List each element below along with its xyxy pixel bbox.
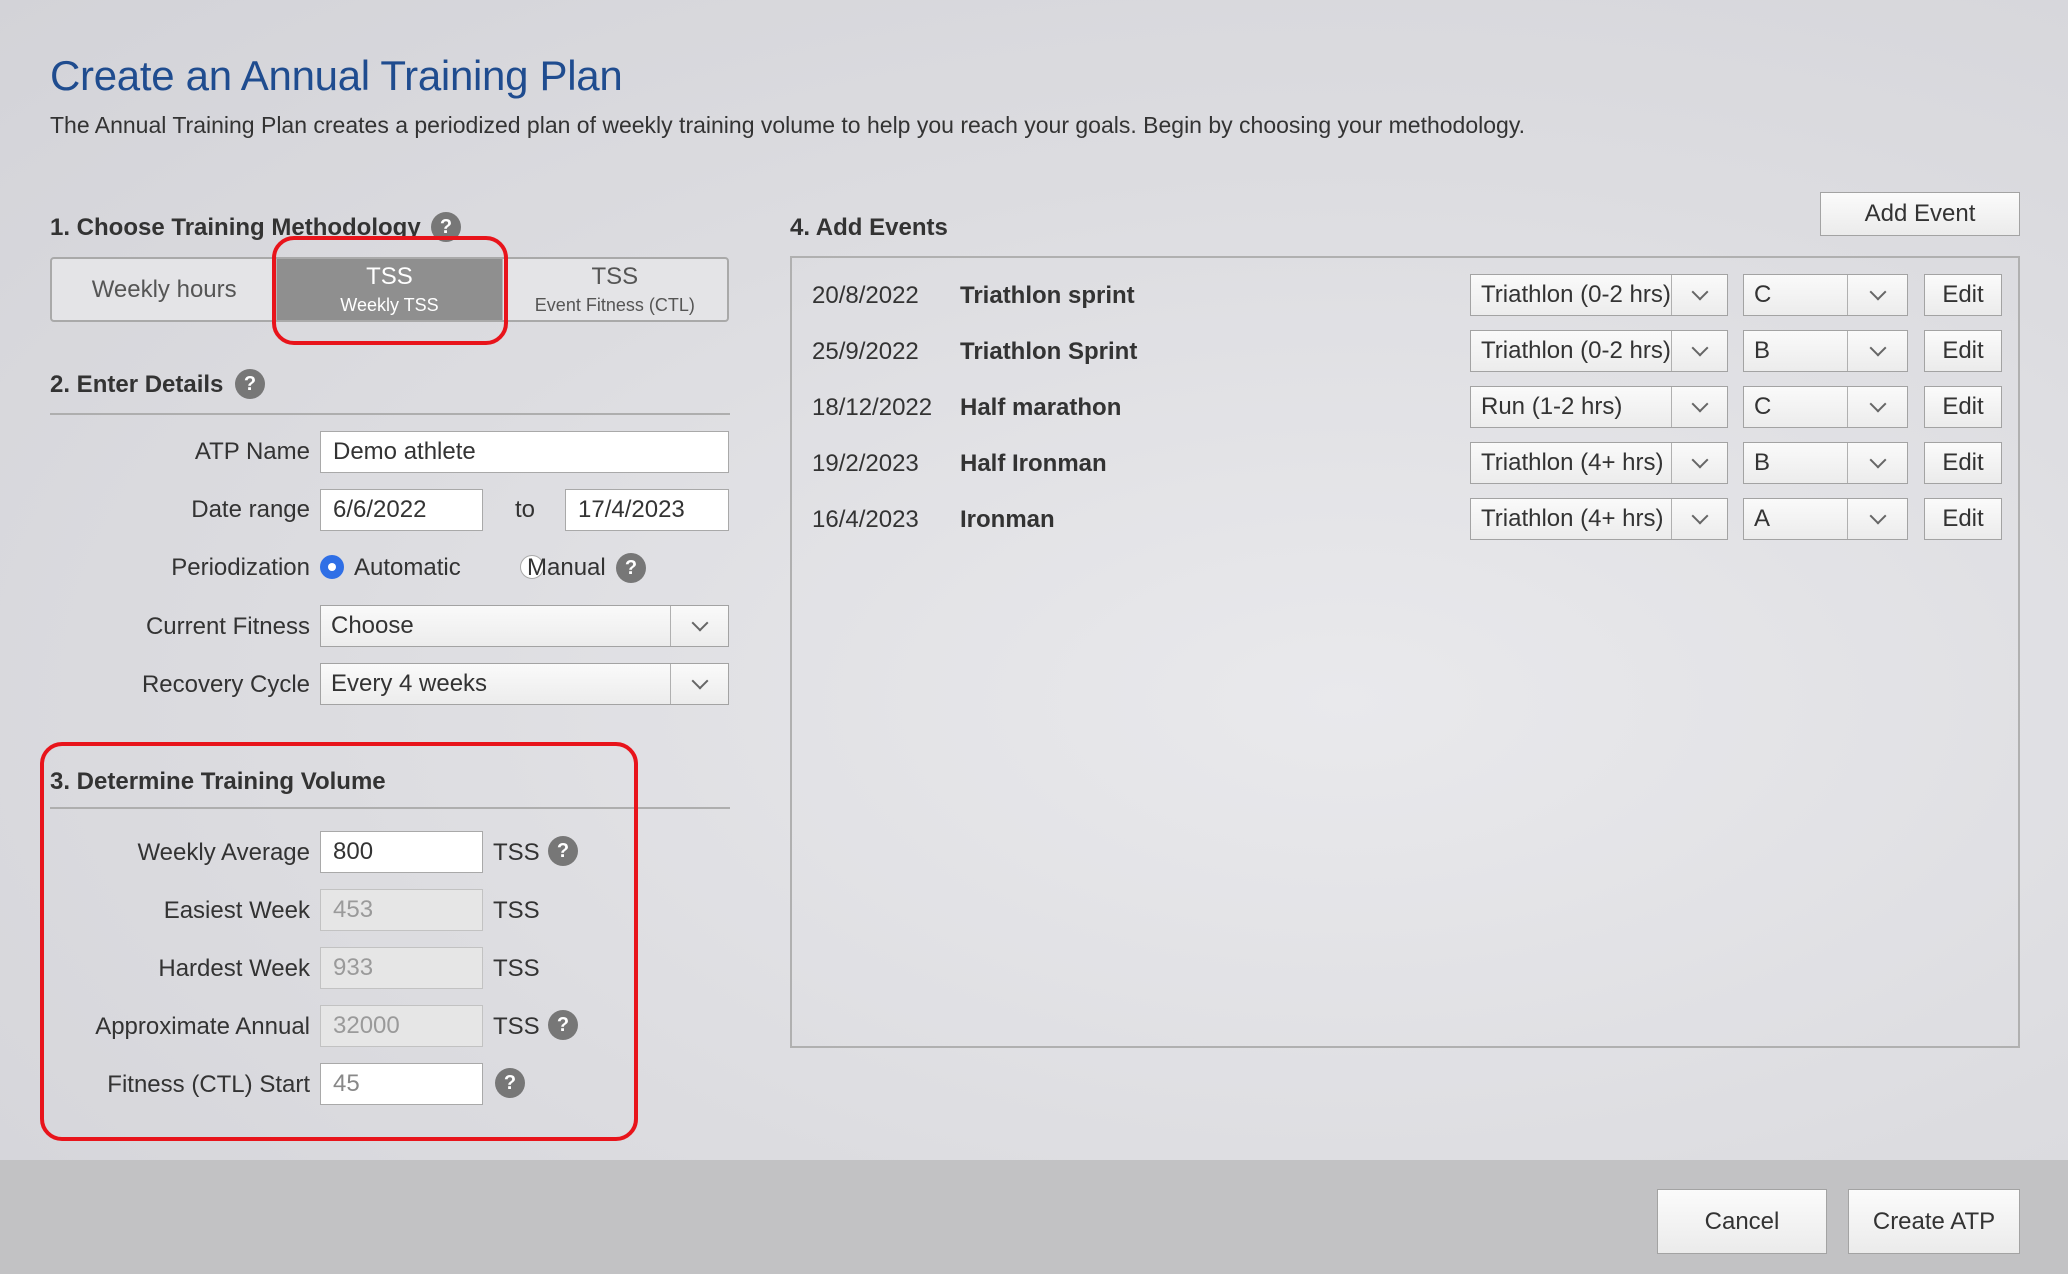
- periodization-automatic-label: Automatic: [354, 554, 461, 581]
- event-row: 16/4/2023 Ironman Triathlon (4+ hrs) A E…: [812, 498, 2012, 542]
- select-value: C: [1754, 393, 1772, 420]
- select-value: Triathlon (0-2 hrs): [1481, 281, 1671, 308]
- select-value: Triathlon (0-2 hrs): [1481, 337, 1671, 364]
- option-label: TSS: [591, 263, 639, 290]
- periodization-help-icon[interactable]: ?: [616, 553, 646, 583]
- details-heading: 2. Enter Details: [50, 371, 224, 398]
- event-priority-select[interactable]: C: [1743, 274, 1908, 316]
- event-type-select[interactable]: Triathlon (4+ hrs): [1470, 442, 1728, 484]
- date-to-label: to: [514, 496, 535, 523]
- annotation-highlight-volume: [40, 742, 638, 1141]
- event-name[interactable]: Half Ironman: [960, 450, 1107, 478]
- chevron-down-icon: [1671, 499, 1727, 539]
- event-date: 25/9/2022: [812, 338, 919, 365]
- recovery-cycle-select[interactable]: Every 4 weeks: [320, 663, 729, 705]
- select-value: Choose: [331, 612, 414, 639]
- chevron-down-icon: [1847, 499, 1907, 539]
- event-row: 20/8/2022 Triathlon sprint Triathlon (0-…: [812, 274, 2012, 318]
- event-edit-button[interactable]: Edit: [1924, 386, 2002, 428]
- event-priority-select[interactable]: B: [1743, 442, 1908, 484]
- select-value: Run (1-2 hrs): [1481, 393, 1623, 420]
- chevron-down-icon: [1847, 443, 1907, 483]
- methodology-option-weekly-hours[interactable]: Weekly hours: [52, 259, 276, 320]
- chevron-down-icon: [1847, 275, 1907, 315]
- chevron-down-icon: [670, 606, 728, 646]
- select-value: Triathlon (4+ hrs): [1481, 505, 1664, 532]
- select-value: C: [1754, 281, 1772, 308]
- chevron-down-icon: [670, 664, 728, 704]
- details-divider: [50, 413, 730, 415]
- event-edit-button[interactable]: Edit: [1924, 442, 2002, 484]
- events-list: [790, 256, 2020, 1048]
- event-date: 18/12/2022: [812, 394, 933, 421]
- periodization-manual-label: Manual: [527, 554, 606, 581]
- event-date: 16/4/2023: [812, 506, 919, 533]
- option-label: Weekly hours: [91, 275, 237, 303]
- option-sublabel: Event Fitness (CTL): [534, 295, 695, 315]
- chevron-down-icon: [1847, 331, 1907, 371]
- event-date: 20/8/2022: [812, 282, 919, 309]
- details-help-icon[interactable]: ?: [235, 369, 265, 399]
- chevron-down-icon: [1671, 387, 1727, 427]
- annotation-highlight-tss: [272, 236, 508, 345]
- select-value: B: [1754, 337, 1771, 364]
- date-range-label: Date range: [191, 496, 310, 523]
- event-type-select[interactable]: Run (1-2 hrs): [1470, 386, 1728, 428]
- event-name[interactable]: Ironman: [960, 506, 1055, 534]
- select-value: A: [1754, 505, 1771, 532]
- event-name[interactable]: Half marathon: [960, 394, 1121, 422]
- date-end-input[interactable]: 17/4/2023: [565, 489, 729, 531]
- event-priority-select[interactable]: C: [1743, 386, 1908, 428]
- event-row: 18/12/2022 Half marathon Run (1-2 hrs) C…: [812, 386, 2012, 430]
- event-edit-button[interactable]: Edit: [1924, 498, 2002, 540]
- add-event-button[interactable]: Add Event: [1820, 192, 2020, 236]
- event-edit-button[interactable]: Edit: [1924, 330, 2002, 372]
- event-priority-select[interactable]: A: [1743, 498, 1908, 540]
- chevron-down-icon: [1671, 331, 1727, 371]
- atp-name-input[interactable]: Demo athlete: [320, 431, 729, 473]
- current-fitness-select[interactable]: Choose: [320, 605, 729, 647]
- event-type-select[interactable]: Triathlon (0-2 hrs): [1470, 274, 1728, 316]
- recovery-cycle-label: Recovery Cycle: [141, 671, 310, 698]
- event-type-select[interactable]: Triathlon (4+ hrs): [1470, 498, 1728, 540]
- event-edit-button[interactable]: Edit: [1924, 274, 2002, 316]
- event-row: 19/2/2023 Half Ironman Triathlon (4+ hrs…: [812, 442, 2012, 486]
- event-type-select[interactable]: Triathlon (0-2 hrs): [1470, 330, 1728, 372]
- event-date: 19/2/2023: [812, 450, 919, 477]
- create-atp-button[interactable]: Create ATP: [1848, 1189, 2020, 1254]
- periodization-automatic-radio[interactable]: [320, 555, 344, 579]
- date-start-input[interactable]: 6/6/2022: [320, 489, 483, 531]
- methodology-option-event-fitness[interactable]: TSS Event Fitness (CTL): [501, 259, 727, 320]
- cancel-button[interactable]: Cancel: [1657, 1189, 1827, 1254]
- page-title: Create an Annual Training Plan: [50, 52, 623, 99]
- periodization-label: Periodization: [171, 554, 310, 581]
- select-value: Every 4 weeks: [331, 670, 488, 697]
- select-value: B: [1754, 449, 1771, 476]
- event-name[interactable]: Triathlon sprint: [960, 282, 1135, 310]
- chevron-down-icon: [1671, 275, 1727, 315]
- chevron-down-icon: [1671, 443, 1727, 483]
- select-value: Triathlon (4+ hrs): [1481, 449, 1664, 476]
- chevron-down-icon: [1847, 387, 1907, 427]
- event-name[interactable]: Triathlon Sprint: [960, 338, 1137, 366]
- atp-name-label: ATP Name: [194, 438, 310, 465]
- event-priority-select[interactable]: B: [1743, 330, 1908, 372]
- events-heading: 4. Add Events: [790, 214, 948, 241]
- current-fitness-label: Current Fitness: [145, 613, 310, 640]
- page-subtitle: The Annual Training Plan creates a perio…: [50, 112, 1526, 138]
- event-row: 25/9/2022 Triathlon Sprint Triathlon (0-…: [812, 330, 2012, 374]
